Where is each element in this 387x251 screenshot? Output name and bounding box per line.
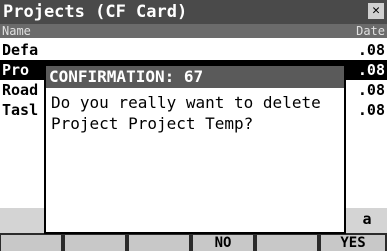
column-header-name[interactable]: Name xyxy=(2,24,31,38)
project-date: .08 xyxy=(357,81,385,99)
dialog-title: CONFIRMATION: 67 xyxy=(46,66,344,88)
confirmation-dialog: CONFIRMATION: 67 Do you really want to d… xyxy=(44,64,346,234)
dialog-message: Do you really want to delete Project Pro… xyxy=(51,93,321,133)
project-date: .08 xyxy=(357,61,385,79)
function-key-f3[interactable] xyxy=(129,235,189,251)
yes-button[interactable]: YES xyxy=(321,235,385,251)
project-date: .08 xyxy=(357,41,385,59)
window-titlebar: Projects (CF Card) ✕ xyxy=(0,0,387,24)
function-key-f5[interactable] xyxy=(257,235,317,251)
project-name: Defa xyxy=(2,41,39,59)
status-extra-label: a xyxy=(362,210,372,228)
column-header-date[interactable]: Date xyxy=(356,24,385,38)
project-name: Pro xyxy=(2,61,30,79)
project-date: .08 xyxy=(357,101,385,119)
close-icon[interactable]: ✕ xyxy=(368,3,384,19)
no-button[interactable]: NO xyxy=(193,235,253,251)
function-key-bar: NO YES xyxy=(0,233,387,251)
project-name: Road xyxy=(2,81,39,99)
window-title: Projects (CF Card) xyxy=(3,2,188,22)
project-row[interactable]: Defa .08 xyxy=(0,40,387,60)
function-key-f2[interactable] xyxy=(65,235,125,251)
column-header: Name Date xyxy=(0,24,387,38)
function-key-f1[interactable] xyxy=(1,235,61,251)
project-name: Tasl xyxy=(2,101,39,119)
